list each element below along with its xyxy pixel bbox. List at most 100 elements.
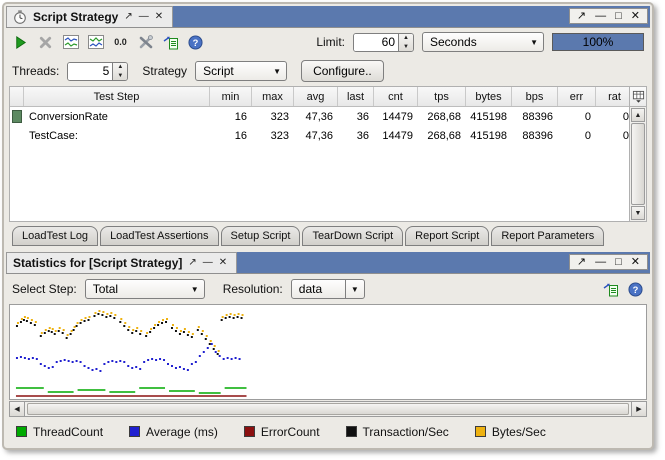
- minimize-window-button[interactable]: —: [595, 10, 606, 22]
- scroll-left-button[interactable]: ◀: [10, 402, 25, 416]
- graph-alt-button[interactable]: [87, 34, 104, 51]
- scroll-right-button[interactable]: ▶: [631, 402, 646, 416]
- maximize-window-button[interactable]: □: [615, 10, 622, 22]
- column-header-max[interactable]: max: [252, 87, 294, 106]
- spin-up-icon[interactable]: ▲: [113, 63, 127, 72]
- legend-label: Average (ms): [146, 424, 218, 439]
- export-button[interactable]: [162, 34, 179, 51]
- minimize-panel-icon[interactable]: —: [139, 12, 149, 22]
- select-step-select[interactable]: Total ▼: [84, 279, 205, 299]
- float-panel-icon[interactable]: ↗: [124, 12, 132, 22]
- tab-report-script[interactable]: Report Script: [405, 226, 490, 246]
- row-icon-cell: [10, 126, 24, 145]
- column-chooser-button[interactable]: [630, 87, 646, 107]
- scroll-up-button[interactable]: ▲: [631, 108, 645, 122]
- scrollbar-thumb[interactable]: [631, 123, 645, 205]
- table-cell: 0: [584, 110, 591, 123]
- strategy-select[interactable]: Script ▼: [195, 61, 288, 81]
- spin-down-icon[interactable]: ▼: [399, 43, 413, 51]
- table-cell: 268,68: [427, 110, 461, 123]
- column-header-err[interactable]: err: [558, 87, 596, 106]
- statistics-title-tab[interactable]: Statistics for [Script Strategy] ↗ — ✕: [6, 252, 238, 273]
- table-cell: 88396: [522, 129, 553, 142]
- run-button[interactable]: [12, 34, 29, 51]
- column-header-test-step[interactable]: Test Step: [24, 87, 210, 106]
- row-icon-cell: [10, 107, 24, 126]
- export-button[interactable]: [602, 281, 619, 298]
- loadtest-tabs: LoadTest Log LoadTest Assertions Setup Scr…: [6, 222, 650, 248]
- table-row-testcase[interactable]: TestCase: 16 323 47,36 36 14479 268,68 415198 88…: [10, 126, 629, 145]
- column-header-min[interactable]: min: [210, 87, 252, 106]
- column-header-last[interactable]: last: [338, 87, 374, 106]
- tab-loadtest-log[interactable]: LoadTest Log: [12, 226, 99, 246]
- limit-unit-select[interactable]: Seconds ▼: [422, 32, 544, 52]
- maximize-window-button[interactable]: □: [615, 256, 622, 268]
- column-header-tps[interactable]: tps: [418, 87, 466, 106]
- column-header-icon[interactable]: [10, 87, 24, 106]
- help-button[interactable]: ?: [627, 281, 644, 298]
- close-window-button[interactable]: ✕: [631, 256, 640, 268]
- column-header-cnt[interactable]: cnt: [374, 87, 418, 106]
- column-header-rat[interactable]: rat: [596, 87, 629, 106]
- column-header-bytes[interactable]: bytes: [466, 87, 512, 106]
- limit-label: Limit:: [316, 35, 345, 49]
- column-header-bps[interactable]: bps: [512, 87, 558, 106]
- resolution-select[interactable]: data ▼: [290, 279, 365, 299]
- close-panel-icon[interactable]: ✕: [219, 258, 227, 268]
- chevron-down-icon: ▼: [344, 280, 359, 298]
- limit-spinner: ▲ ▼: [353, 32, 414, 52]
- options-button[interactable]: [137, 34, 154, 51]
- stop-button[interactable]: [37, 34, 54, 51]
- horizontal-scrollbar[interactable]: ◀ ▶: [9, 401, 647, 417]
- table-cell: 0: [622, 129, 629, 142]
- tab-teardown-script[interactable]: TearDown Script: [302, 226, 404, 246]
- graph-button[interactable]: [62, 34, 79, 51]
- legend-label: ErrorCount: [260, 424, 320, 439]
- table-cell: 0: [622, 110, 629, 123]
- float-panel-icon[interactable]: ↗: [188, 258, 196, 268]
- chevron-down-icon: ▼: [530, 37, 538, 47]
- table-cell: 36: [356, 129, 369, 142]
- titlebar-fill: [237, 252, 569, 273]
- table-row-conversionrate[interactable]: ConversionRate 16 323 47,36 36 14479 268,68 415…: [10, 107, 629, 126]
- legend-average-ms: Average (ms): [129, 425, 218, 439]
- titlebar-fill: [173, 6, 569, 27]
- column-header-avg[interactable]: avg: [294, 87, 338, 106]
- threads-input[interactable]: [68, 62, 113, 80]
- limit-controls: Limit: ▲ ▼ Seconds ▼ 100%: [316, 32, 644, 52]
- table-cell: 415198: [470, 129, 507, 142]
- close-window-button[interactable]: ✕: [631, 10, 640, 22]
- float-window-button[interactable]: ↗: [577, 256, 586, 268]
- tab-loadtest-assertions[interactable]: LoadTest Assertions: [100, 226, 219, 246]
- tab-report-parameters[interactable]: Report Parameters: [491, 226, 605, 246]
- legend-bytes-sec: Bytes/Sec: [474, 425, 546, 439]
- legend-label: ThreadCount: [33, 424, 104, 439]
- loadtest-titlebar: Script Strategy ↗ — ✕ ↗ — □ ✕: [6, 6, 650, 28]
- scrollbar-thumb[interactable]: [27, 403, 629, 415]
- reset-statistics-button[interactable]: 0.0: [112, 34, 129, 51]
- loadtest-title-tab[interactable]: Script Strategy ↗ — ✕: [6, 6, 174, 27]
- scroll-down-button[interactable]: ▼: [631, 206, 645, 220]
- configure-button[interactable]: Configure..: [301, 60, 384, 82]
- legend-swatch: [474, 426, 486, 437]
- minimize-window-button[interactable]: —: [595, 256, 606, 268]
- table-cell: 47,36: [305, 110, 333, 123]
- statistics-table: Test Step min max avg last cnt tps bytes bps err r…: [9, 86, 647, 222]
- minimize-panel-icon[interactable]: —: [203, 258, 213, 268]
- spin-down-icon[interactable]: ▼: [113, 72, 127, 80]
- help-button[interactable]: ?: [187, 34, 204, 51]
- help-glyph: ?: [193, 37, 199, 47]
- tab-setup-script[interactable]: Setup Script: [220, 226, 301, 246]
- stopwatch-icon: [14, 10, 26, 24]
- float-window-button[interactable]: ↗: [577, 10, 586, 22]
- limit-unit-value: Seconds: [430, 35, 477, 49]
- table-main: Test Step min max avg last cnt tps bytes bps err r…: [10, 87, 629, 221]
- vertical-scrollbar[interactable]: ▲ ▼: [629, 87, 646, 221]
- spin-up-icon[interactable]: ▲: [399, 34, 413, 43]
- close-panel-icon[interactable]: ✕: [155, 12, 163, 22]
- legend-label: Transaction/Sec: [362, 424, 449, 439]
- limit-input[interactable]: [354, 33, 398, 51]
- table-cell: 88396: [522, 110, 553, 123]
- statistics-panel-title: Statistics for [Script Strategy]: [13, 256, 183, 270]
- table-cell: 36: [356, 110, 369, 123]
